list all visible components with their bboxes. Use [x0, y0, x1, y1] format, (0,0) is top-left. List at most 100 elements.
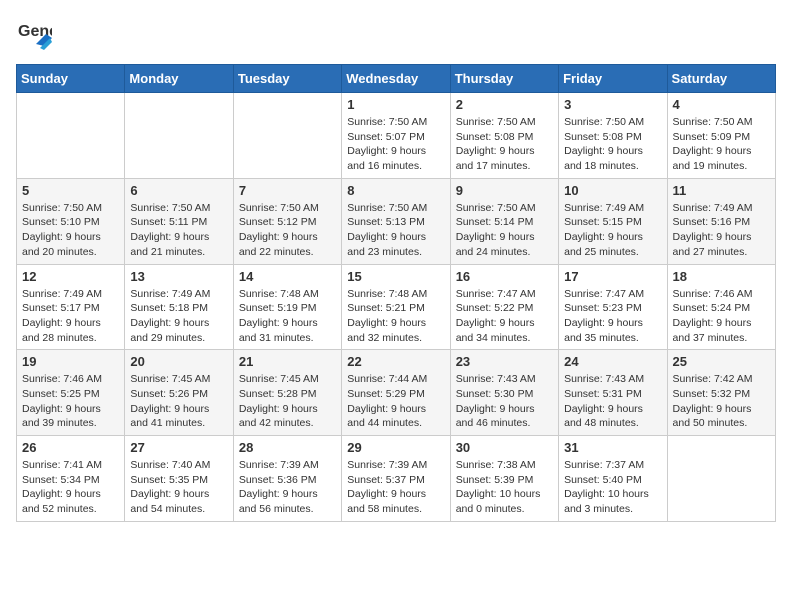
weekday-header: Tuesday: [233, 65, 341, 93]
day-info: Sunrise: 7:45 AM Sunset: 5:28 PM Dayligh…: [239, 372, 336, 431]
day-info: Sunrise: 7:48 AM Sunset: 5:21 PM Dayligh…: [347, 287, 444, 346]
day-info: Sunrise: 7:48 AM Sunset: 5:19 PM Dayligh…: [239, 287, 336, 346]
calendar-cell: 13 Sunrise: 7:49 AM Sunset: 5:18 PM Dayli…: [125, 264, 233, 350]
day-number: 16: [456, 269, 553, 284]
calendar-cell: 14 Sunrise: 7:48 AM Sunset: 5:19 PM Dayli…: [233, 264, 341, 350]
day-info: Sunrise: 7:50 AM Sunset: 5:07 PM Dayligh…: [347, 115, 444, 174]
day-info: Sunrise: 7:50 AM Sunset: 5:11 PM Dayligh…: [130, 201, 227, 260]
calendar-cell: [233, 93, 341, 179]
calendar-cell: 6 Sunrise: 7:50 AM Sunset: 5:11 PM Daylig…: [125, 178, 233, 264]
day-info: Sunrise: 7:49 AM Sunset: 5:15 PM Dayligh…: [564, 201, 661, 260]
calendar-cell: 12Sunrise: 7:49 AM Sunset: 5:17 PM Dayli…: [17, 264, 125, 350]
calendar-cell: 1 Sunrise: 7:50 AM Sunset: 5:07 PM Daylig…: [342, 93, 450, 179]
day-info: Sunrise: 7:45 AM Sunset: 5:26 PM Dayligh…: [130, 372, 227, 431]
day-number: 18: [673, 269, 770, 284]
calendar-cell: [667, 436, 775, 522]
day-info: Sunrise: 7:49 AM Sunset: 5:16 PM Dayligh…: [673, 201, 770, 260]
calendar-cell: 2 Sunrise: 7:50 AM Sunset: 5:08 PM Daylig…: [450, 93, 558, 179]
day-info: Sunrise: 7:42 AM Sunset: 5:32 PM Dayligh…: [673, 372, 770, 431]
day-info: Sunrise: 7:43 AM Sunset: 5:31 PM Dayligh…: [564, 372, 661, 431]
calendar-cell: [17, 93, 125, 179]
calendar-cell: 11Sunrise: 7:49 AM Sunset: 5:16 PM Dayli…: [667, 178, 775, 264]
day-info: Sunrise: 7:41 AM Sunset: 5:34 PM Dayligh…: [22, 458, 119, 517]
day-info: Sunrise: 7:39 AM Sunset: 5:36 PM Dayligh…: [239, 458, 336, 517]
calendar-header-row: SundayMondayTuesdayWednesdayThursdayFrid…: [17, 65, 776, 93]
day-number: 23: [456, 354, 553, 369]
page-header: General: [16, 16, 776, 52]
day-number: 7: [239, 183, 336, 198]
day-number: 1: [347, 97, 444, 112]
day-number: 31: [564, 440, 661, 455]
day-info: Sunrise: 7:43 AM Sunset: 5:30 PM Dayligh…: [456, 372, 553, 431]
weekday-header: Monday: [125, 65, 233, 93]
weekday-header: Friday: [559, 65, 667, 93]
calendar-cell: 5 Sunrise: 7:50 AM Sunset: 5:10 PM Daylig…: [17, 178, 125, 264]
day-number: 15: [347, 269, 444, 284]
day-info: Sunrise: 7:37 AM Sunset: 5:40 PM Dayligh…: [564, 458, 661, 517]
day-info: Sunrise: 7:40 AM Sunset: 5:35 PM Dayligh…: [130, 458, 227, 517]
calendar-cell: 31 Sunrise: 7:37 AM Sunset: 5:40 PM Dayli…: [559, 436, 667, 522]
calendar-week-row: 26Sunrise: 7:41 AM Sunset: 5:34 PM Dayli…: [17, 436, 776, 522]
weekday-header: Saturday: [667, 65, 775, 93]
day-number: 2: [456, 97, 553, 112]
calendar-week-row: 1 Sunrise: 7:50 AM Sunset: 5:07 PM Daylig…: [17, 93, 776, 179]
day-number: 5: [22, 183, 119, 198]
calendar-week-row: 5 Sunrise: 7:50 AM Sunset: 5:10 PM Daylig…: [17, 178, 776, 264]
calendar-cell: 10 Sunrise: 7:49 AM Sunset: 5:15 PM Dayli…: [559, 178, 667, 264]
calendar-cell: 30 Sunrise: 7:38 AM Sunset: 5:39 PM Dayli…: [450, 436, 558, 522]
day-number: 14: [239, 269, 336, 284]
day-number: 27: [130, 440, 227, 455]
calendar-cell: 25 Sunrise: 7:42 AM Sunset: 5:32 PM Dayli…: [667, 350, 775, 436]
weekday-header: Wednesday: [342, 65, 450, 93]
weekday-header: Thursday: [450, 65, 558, 93]
day-info: Sunrise: 7:50 AM Sunset: 5:08 PM Dayligh…: [456, 115, 553, 174]
day-number: 30: [456, 440, 553, 455]
calendar-cell: 28 Sunrise: 7:39 AM Sunset: 5:36 PM Dayli…: [233, 436, 341, 522]
day-number: 10: [564, 183, 661, 198]
calendar-cell: 8 Sunrise: 7:50 AM Sunset: 5:13 PM Daylig…: [342, 178, 450, 264]
day-info: Sunrise: 7:44 AM Sunset: 5:29 PM Dayligh…: [347, 372, 444, 431]
day-number: 20: [130, 354, 227, 369]
day-number: 13: [130, 269, 227, 284]
calendar-cell: 24 Sunrise: 7:43 AM Sunset: 5:31 PM Dayli…: [559, 350, 667, 436]
calendar-cell: 18 Sunrise: 7:46 AM Sunset: 5:24 PM Dayli…: [667, 264, 775, 350]
day-number: 6: [130, 183, 227, 198]
day-info: Sunrise: 7:50 AM Sunset: 5:08 PM Dayligh…: [564, 115, 661, 174]
day-info: Sunrise: 7:46 AM Sunset: 5:25 PM Dayligh…: [22, 372, 119, 431]
day-number: 8: [347, 183, 444, 198]
day-number: 21: [239, 354, 336, 369]
day-number: 9: [456, 183, 553, 198]
calendar-cell: 26Sunrise: 7:41 AM Sunset: 5:34 PM Dayli…: [17, 436, 125, 522]
day-info: Sunrise: 7:50 AM Sunset: 5:13 PM Dayligh…: [347, 201, 444, 260]
day-number: 19: [22, 354, 119, 369]
logo: General: [16, 16, 56, 52]
calendar-week-row: 19 Sunrise: 7:46 AM Sunset: 5:25 PM Dayli…: [17, 350, 776, 436]
calendar-cell: 4Sunrise: 7:50 AM Sunset: 5:09 PM Daylig…: [667, 93, 775, 179]
day-number: 25: [673, 354, 770, 369]
calendar-cell: [125, 93, 233, 179]
calendar-cell: 21 Sunrise: 7:45 AM Sunset: 5:28 PM Dayli…: [233, 350, 341, 436]
day-info: Sunrise: 7:50 AM Sunset: 5:12 PM Dayligh…: [239, 201, 336, 260]
day-number: 28: [239, 440, 336, 455]
day-info: Sunrise: 7:47 AM Sunset: 5:22 PM Dayligh…: [456, 287, 553, 346]
day-number: 24: [564, 354, 661, 369]
day-info: Sunrise: 7:50 AM Sunset: 5:14 PM Dayligh…: [456, 201, 553, 260]
calendar-cell: 7 Sunrise: 7:50 AM Sunset: 5:12 PM Daylig…: [233, 178, 341, 264]
calendar-cell: 29Sunrise: 7:39 AM Sunset: 5:37 PM Dayli…: [342, 436, 450, 522]
calendar-cell: 22 Sunrise: 7:44 AM Sunset: 5:29 PM Dayli…: [342, 350, 450, 436]
day-info: Sunrise: 7:46 AM Sunset: 5:24 PM Dayligh…: [673, 287, 770, 346]
day-info: Sunrise: 7:49 AM Sunset: 5:18 PM Dayligh…: [130, 287, 227, 346]
day-info: Sunrise: 7:47 AM Sunset: 5:23 PM Dayligh…: [564, 287, 661, 346]
logo-icon: General: [16, 16, 52, 52]
calendar-week-row: 12Sunrise: 7:49 AM Sunset: 5:17 PM Dayli…: [17, 264, 776, 350]
calendar-cell: 9 Sunrise: 7:50 AM Sunset: 5:14 PM Daylig…: [450, 178, 558, 264]
day-info: Sunrise: 7:38 AM Sunset: 5:39 PM Dayligh…: [456, 458, 553, 517]
calendar-cell: 20 Sunrise: 7:45 AM Sunset: 5:26 PM Dayli…: [125, 350, 233, 436]
day-info: Sunrise: 7:39 AM Sunset: 5:37 PM Dayligh…: [347, 458, 444, 517]
calendar-table: SundayMondayTuesdayWednesdayThursdayFrid…: [16, 64, 776, 522]
weekday-header: Sunday: [17, 65, 125, 93]
calendar-cell: 16 Sunrise: 7:47 AM Sunset: 5:22 PM Dayli…: [450, 264, 558, 350]
day-number: 3: [564, 97, 661, 112]
day-number: 22: [347, 354, 444, 369]
day-info: Sunrise: 7:50 AM Sunset: 5:10 PM Dayligh…: [22, 201, 119, 260]
